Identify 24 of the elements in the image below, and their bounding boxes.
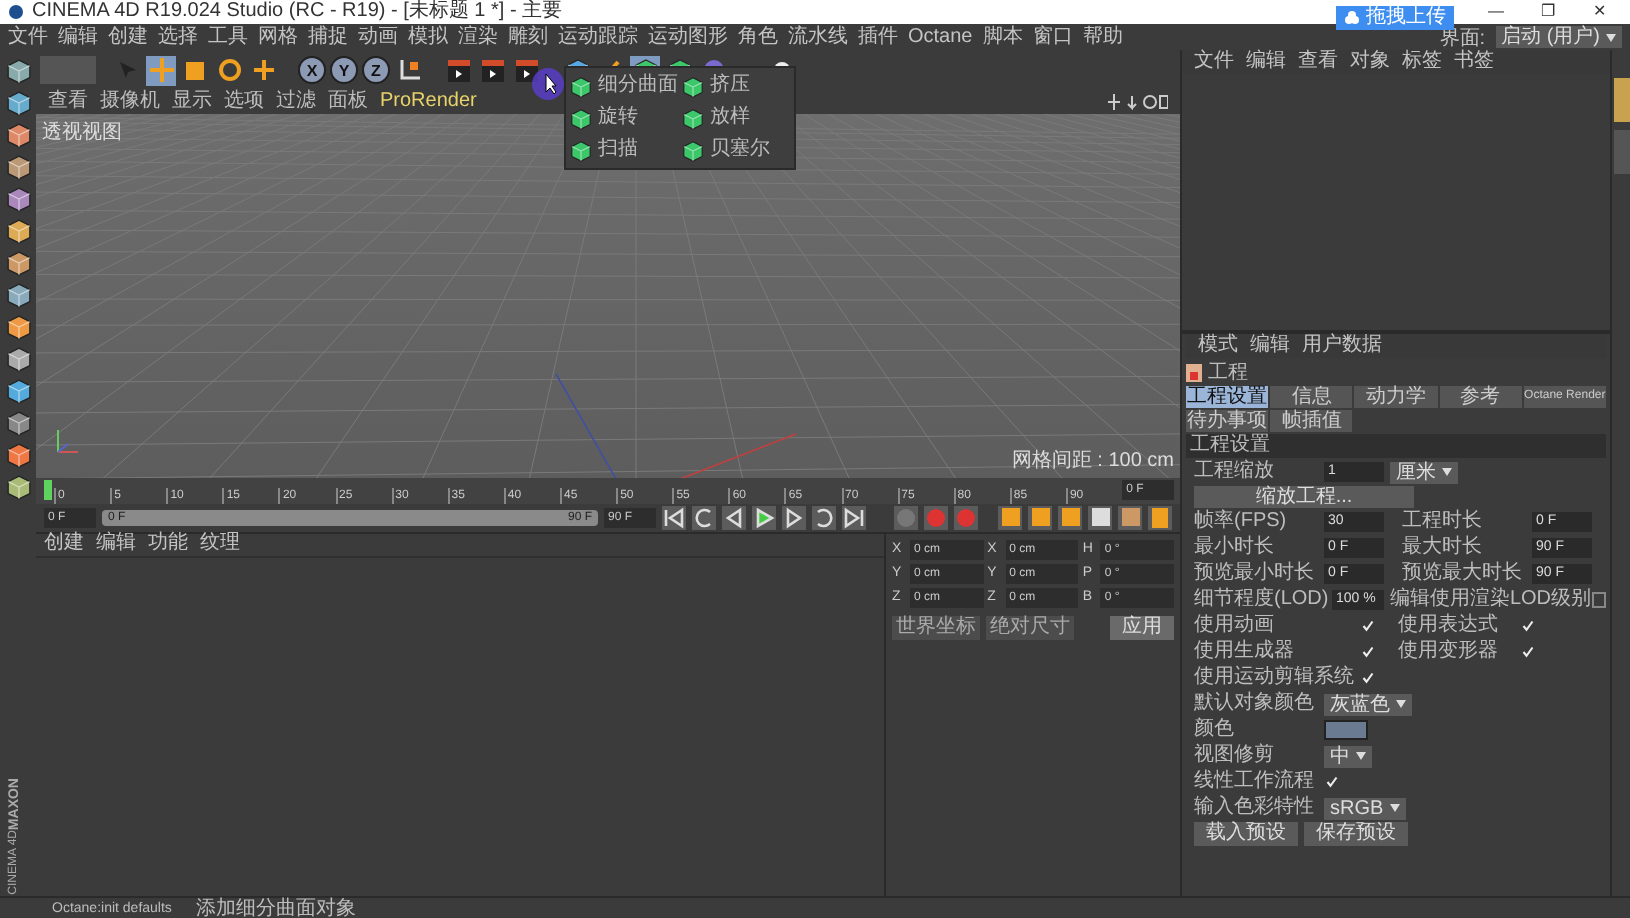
object-name: 工程 — [1208, 360, 1248, 385]
field-label: 最小时长 — [1194, 536, 1276, 560]
field-label: 使用生成器 — [1194, 640, 1296, 664]
field-label: 工程时长 — [1402, 510, 1484, 534]
field-label: 使用表达式 — [1398, 614, 1500, 638]
field-label: 使用动画 — [1194, 614, 1276, 638]
field-label: 视图修剪 — [1194, 744, 1276, 768]
field-label: 颜色 — [1194, 718, 1236, 742]
field-label: 预览最小时长 — [1194, 562, 1316, 586]
field-label: 线性工作流程 — [1194, 770, 1316, 794]
field-label: 最大时长 — [1402, 536, 1484, 560]
grid-spacing-label: 网格间距 : 100 cm — [1011, 447, 1174, 473]
field-label: 工程缩放 — [1194, 460, 1276, 484]
field-label: 使用变形器 — [1398, 640, 1500, 664]
status-text: 添加细分曲面对象 — [195, 897, 356, 918]
field-label: 输入色彩特性 — [1194, 796, 1316, 820]
field-label: 帧率(FPS) — [1194, 510, 1289, 534]
field-label: 预览最大时长 — [1402, 562, 1524, 586]
field-label: 默认对象颜色 — [1194, 692, 1316, 716]
section-header: 工程设置 — [1186, 434, 1606, 458]
field-label: 编辑使用渲染LOD级别 — [1389, 588, 1586, 612]
field-label: 细节程度(LOD) — [1194, 588, 1326, 612]
viewport-label: 透视视图 — [42, 119, 122, 146]
field-label: 使用运动剪辑系统 — [1194, 666, 1354, 690]
